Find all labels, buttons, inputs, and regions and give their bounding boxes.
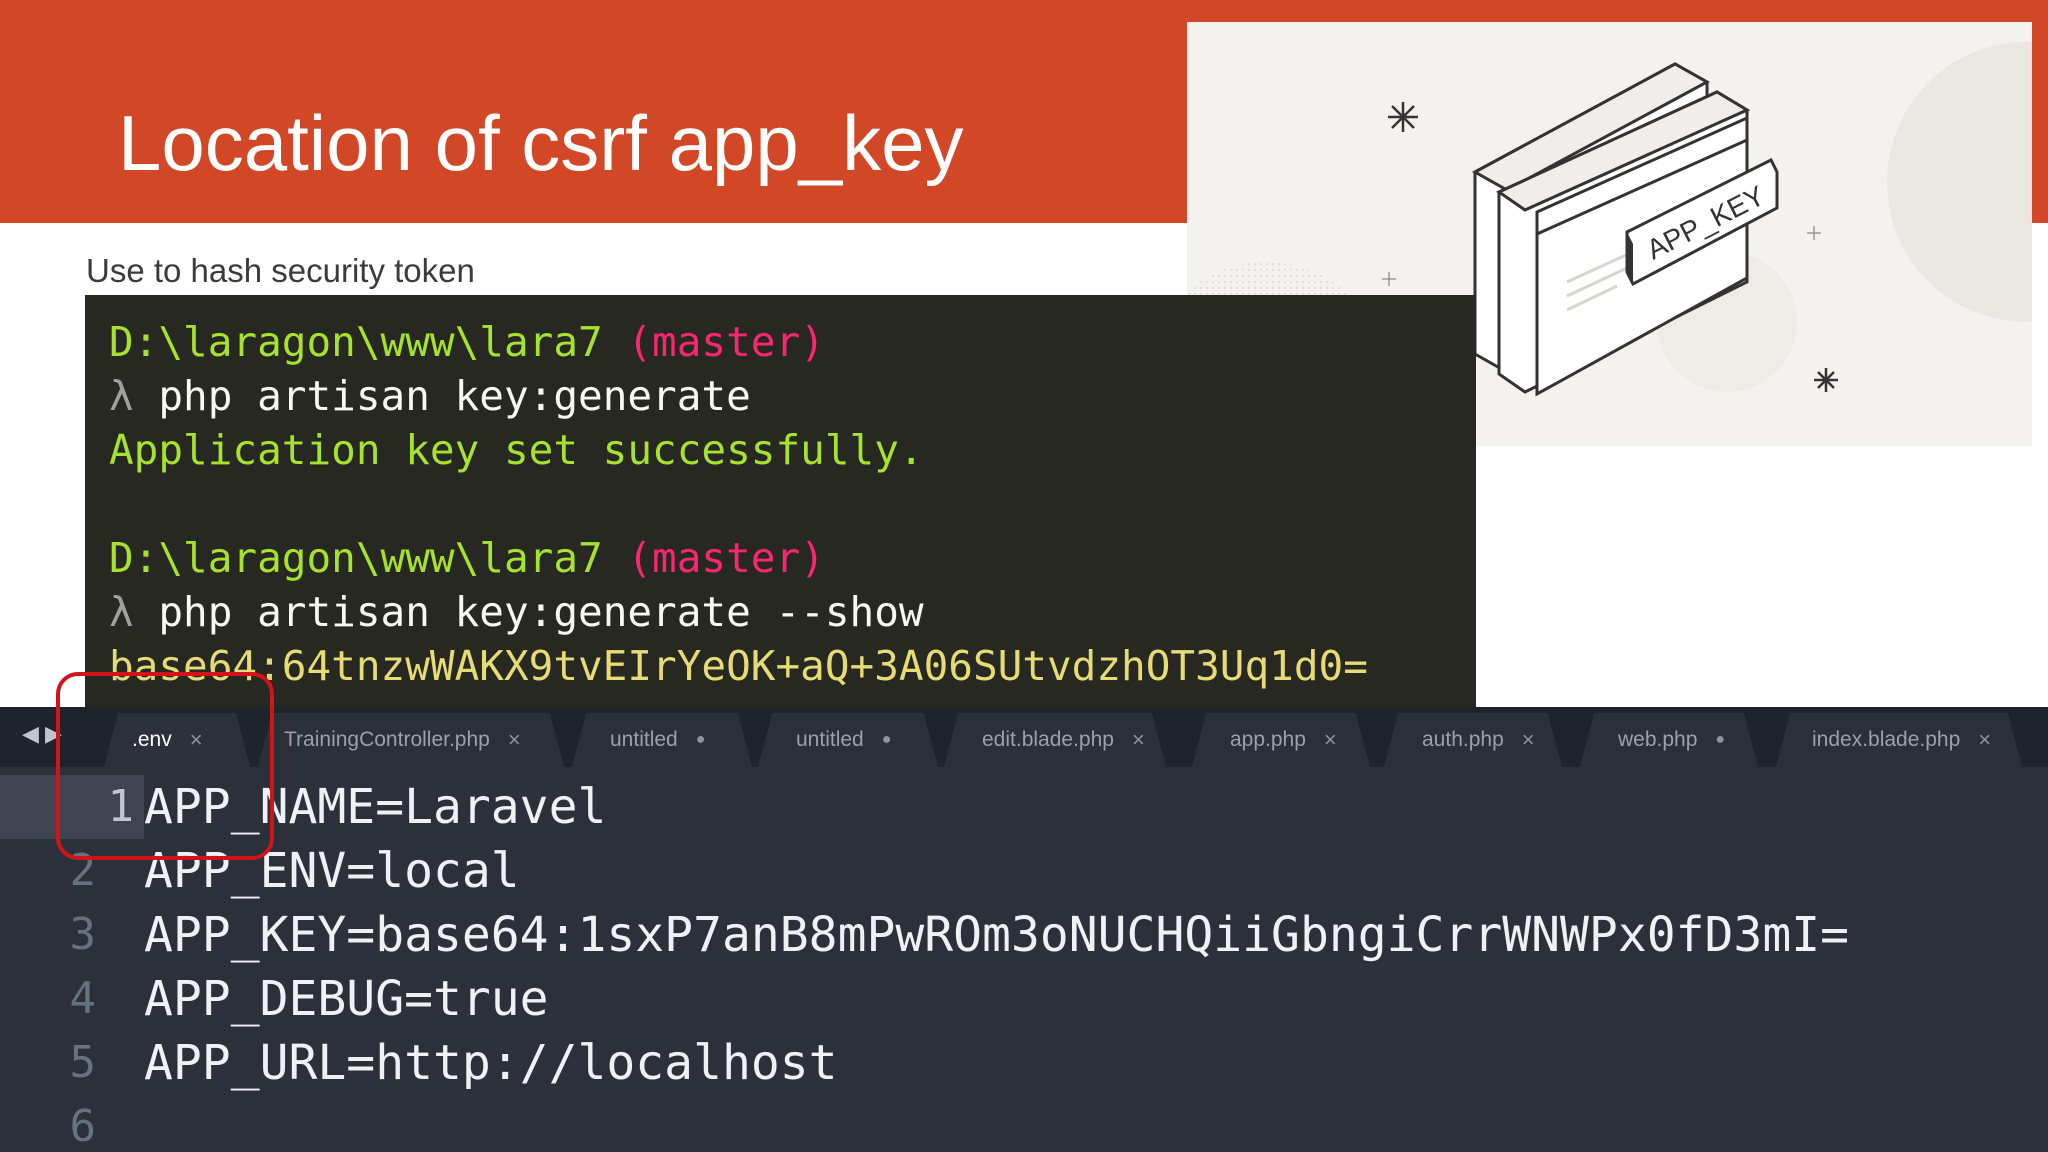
- close-icon[interactable]: ×: [1324, 727, 1337, 753]
- terminal-command: php artisan key:generate: [158, 372, 751, 420]
- tab-label: app.php: [1230, 728, 1306, 751]
- terminal-command: php artisan key:generate --show: [158, 588, 924, 636]
- slide-subtitle: Use to hash security token: [86, 252, 475, 289]
- unsaved-dot-icon[interactable]: ●: [882, 731, 892, 749]
- terminal-prompt-line: D:\laragon\www\lara7 (master): [109, 531, 1476, 585]
- terminal-prompt-line: D:\laragon\www\lara7 (master): [109, 315, 1476, 369]
- tab-label: web.php: [1618, 728, 1698, 751]
- unsaved-dot-icon[interactable]: ●: [696, 731, 706, 749]
- tab-auth-php[interactable]: auth.php ×: [1384, 713, 1562, 767]
- tab-app-php[interactable]: app.php ×: [1192, 713, 1370, 767]
- line-number: 6: [69, 1101, 97, 1152]
- terminal-window: D:\laragon\www\lara7 (master) λ php arti…: [85, 295, 1476, 707]
- bg-circle: [1887, 42, 2032, 322]
- highlight-annotation: [56, 672, 274, 860]
- tab-prev-icon[interactable]: ◀: [22, 721, 39, 746]
- terminal-output: Application key set successfully.: [109, 426, 924, 474]
- tab-label: untitled: [796, 728, 864, 751]
- tab-training-controller[interactable]: TrainingController.php ×: [258, 713, 564, 767]
- tab-untitled-1[interactable]: untitled ●: [572, 713, 752, 767]
- sparkle-icon: [1388, 102, 1418, 132]
- close-icon[interactable]: ×: [1522, 727, 1535, 753]
- tab-label: edit.blade.php: [982, 728, 1114, 751]
- tab-index-blade[interactable]: index.blade.php ×: [1776, 713, 2022, 767]
- terminal-key-output: base64:64tnzwWAKX9tvEIrYeOK+aQ+3A06SUtvd…: [109, 642, 1368, 690]
- tab-label: index.blade.php: [1812, 728, 1961, 751]
- code-line[interactable]: APP_DEBUG=true: [144, 967, 549, 1031]
- code-line[interactable]: APP_URL=http://localhost: [144, 1031, 838, 1095]
- tab-web-php[interactable]: web.php ●: [1580, 713, 1758, 767]
- tab-label: auth.php: [1422, 728, 1504, 751]
- terminal-command-line: λ php artisan key:generate --show: [109, 585, 1476, 639]
- terminal-command-line: λ php artisan key:generate: [109, 369, 1476, 423]
- unsaved-dot-icon[interactable]: ●: [1715, 731, 1725, 749]
- close-icon[interactable]: ×: [1132, 727, 1145, 753]
- tab-label: TrainingController.php: [284, 728, 490, 751]
- terminal-branch: (master): [627, 318, 825, 366]
- tab-bar: ◀ ▶ .env × TrainingController.php × unti…: [0, 707, 2048, 767]
- line-number: 5: [69, 1037, 97, 1088]
- terminal-prompt-symbol: λ: [109, 588, 134, 636]
- line-number: 3: [69, 909, 97, 960]
- code-line[interactable]: APP_KEY=base64:1sxP7anB8mPwROm3oNUCHQiiG…: [144, 903, 1849, 967]
- slide-title: Location of csrf app_key: [118, 99, 964, 187]
- tab-untitled-2[interactable]: untitled ●: [758, 713, 938, 767]
- terminal-branch: (master): [627, 534, 825, 582]
- sparkle-icon: [1814, 368, 1838, 392]
- tab-edit-blade[interactable]: edit.blade.php ×: [944, 713, 1166, 767]
- line-number: 4: [69, 973, 97, 1024]
- close-icon[interactable]: ×: [1978, 727, 1991, 753]
- terminal-prompt-symbol: λ: [109, 372, 134, 420]
- terminal-path: D:\laragon\www\lara7: [109, 534, 603, 582]
- code-editor: ◀ ▶ .env × TrainingController.php × unti…: [0, 707, 2048, 1152]
- close-icon[interactable]: ×: [508, 727, 521, 753]
- tab-label: untitled: [610, 728, 678, 751]
- terminal-path: D:\laragon\www\lara7: [109, 318, 603, 366]
